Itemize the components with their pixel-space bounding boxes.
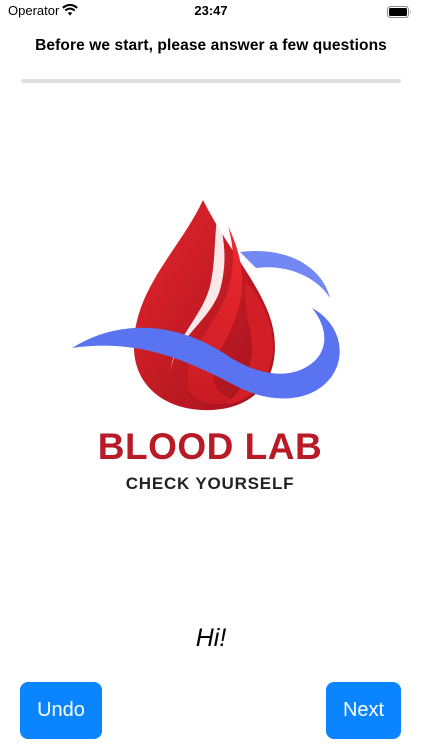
battery-icon	[387, 5, 412, 23]
progress-bar	[21, 79, 401, 83]
greeting-text: Hi!	[195, 624, 227, 652]
logo-title: BLOOD LAB	[97, 426, 323, 467]
logo-subtitle: CHECK YOURSELF	[125, 474, 295, 493]
page-title: Before we start, please answer a few que…	[35, 37, 387, 54]
undo-button[interactable]: Undo	[20, 682, 102, 739]
next-button[interactable]: Next	[326, 682, 401, 739]
status-bar: Operator 23:47	[0, 0, 422, 22]
clock: 23:47	[194, 3, 228, 18]
blood-lab-logo: BLOOD LAB CHECK YOURSELF	[60, 190, 360, 510]
